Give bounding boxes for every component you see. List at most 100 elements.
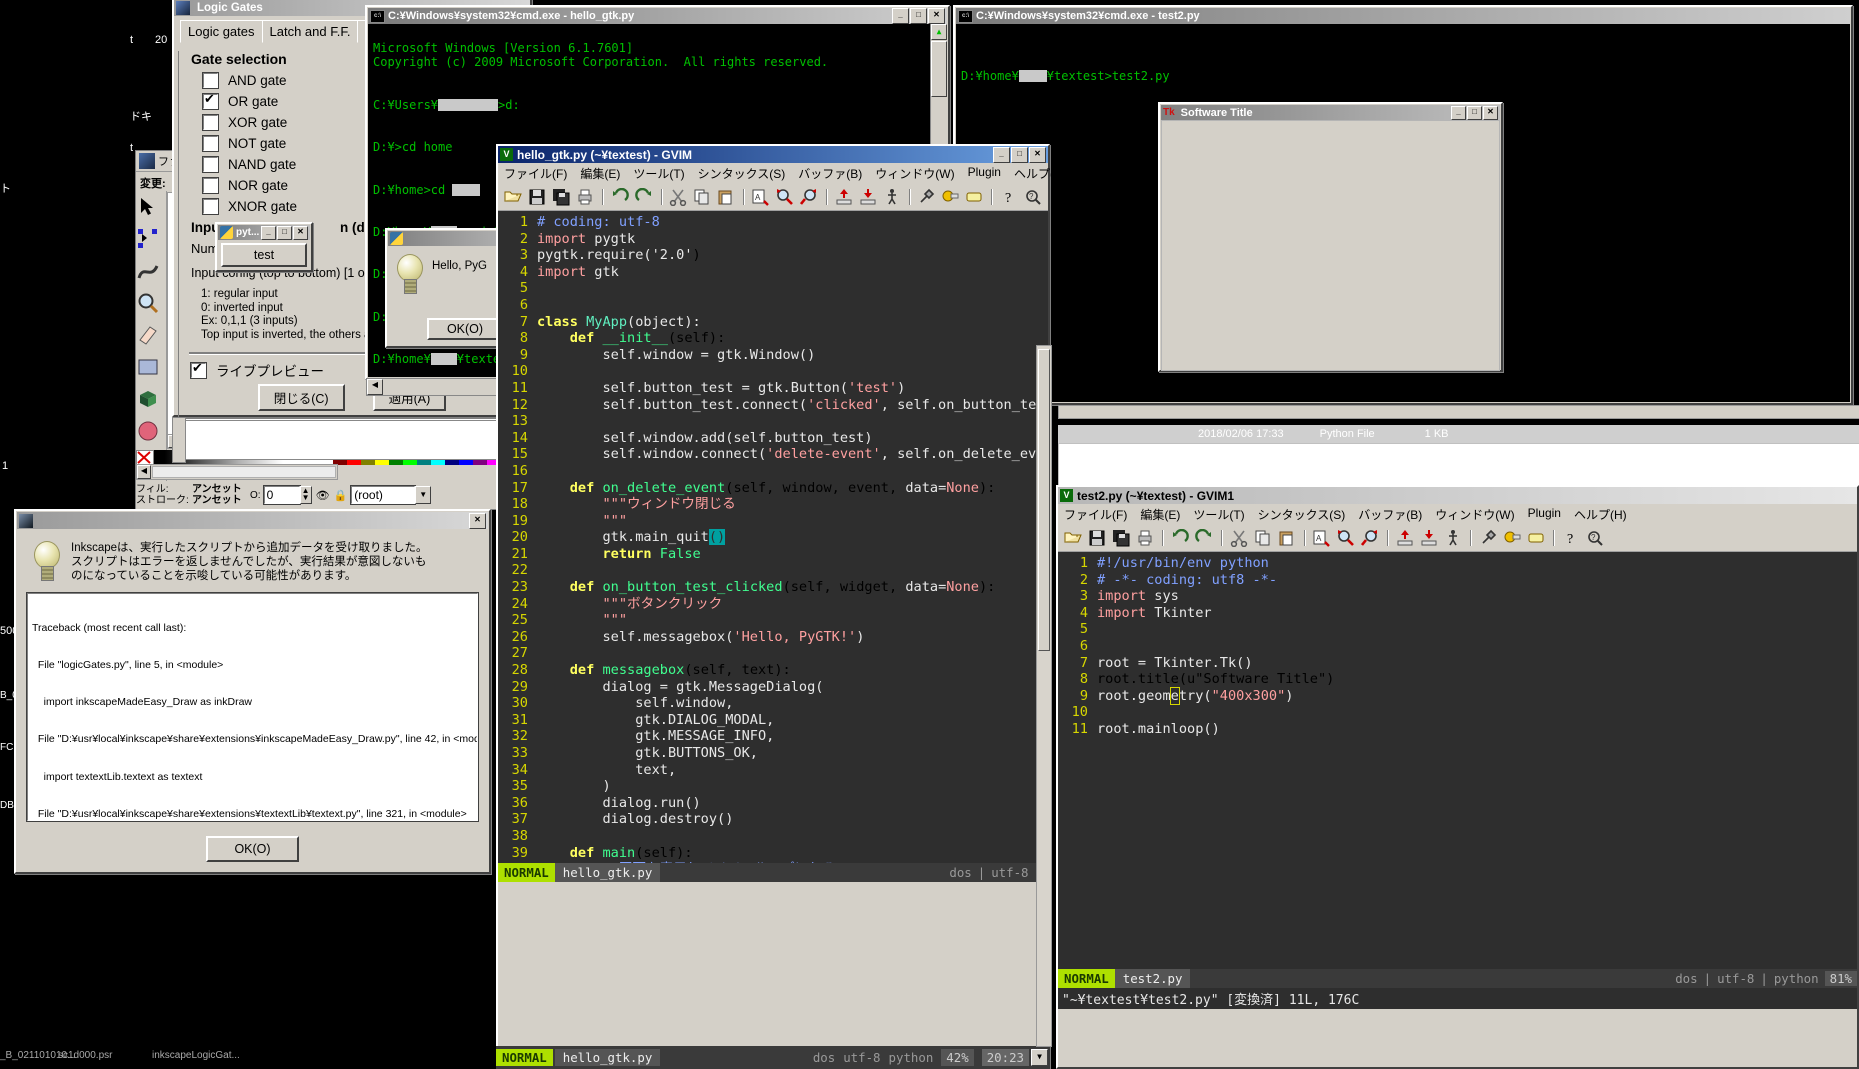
gvim-test2-titlebar[interactable]: V test2.py (~¥textest) - GVIM1 bbox=[1058, 487, 1857, 504]
layer-dropdown-icon[interactable]: ▼ bbox=[415, 486, 431, 504]
menu-window[interactable]: ウィンドウ(W) bbox=[875, 165, 954, 182]
menu-syntax[interactable]: シンタックス(S) bbox=[1258, 506, 1346, 523]
cmd-hello-minimize-button[interactable]: _ bbox=[892, 8, 909, 24]
open-file-icon[interactable] bbox=[1063, 528, 1083, 548]
layer-select[interactable]: (root) bbox=[351, 486, 415, 504]
copy-icon[interactable] bbox=[1253, 528, 1273, 548]
software-title-client-area[interactable] bbox=[1161, 120, 1500, 371]
menu-window[interactable]: ウィンドウ(W) bbox=[1435, 506, 1514, 523]
xnor-gate-checkbox-icon[interactable] bbox=[203, 199, 218, 214]
find-icon[interactable]: A bbox=[751, 187, 771, 207]
menu-help[interactable]: ヘルプ(H) bbox=[1574, 506, 1627, 523]
menu-plugin[interactable]: Plugin bbox=[1528, 506, 1561, 523]
or-gate-checkbox-icon[interactable] bbox=[203, 94, 218, 109]
find-help-icon[interactable]: ? bbox=[1585, 528, 1605, 548]
inkscape-error-close-button[interactable]: ✕ bbox=[469, 513, 486, 529]
menu-tools[interactable]: ツール(T) bbox=[633, 165, 684, 182]
node-tool-icon[interactable] bbox=[136, 227, 160, 251]
make-tags-icon[interactable] bbox=[964, 187, 984, 207]
palette-none-swatch[interactable] bbox=[136, 450, 154, 465]
find-help-icon[interactable]: ? bbox=[1023, 187, 1043, 207]
hello-pygtk-ok-button[interactable]: OK(O) bbox=[427, 318, 503, 340]
nand-gate-checkbox-icon[interactable] bbox=[203, 157, 218, 172]
menu-edit[interactable]: 編集(E) bbox=[580, 165, 620, 182]
3dbox-tool-icon[interactable] bbox=[136, 387, 160, 411]
help-icon[interactable]: ? bbox=[999, 187, 1019, 207]
cmd-test2-titlebar[interactable]: c:\ C:¥Windows¥system32¥cmd.exe - test2.… bbox=[956, 8, 1850, 24]
software-title-titlebar[interactable]: Tk Software Title _ □ ✕ bbox=[1161, 105, 1500, 120]
palette-scroll-left[interactable]: ◀ bbox=[137, 465, 151, 479]
selector-tool-icon[interactable] bbox=[136, 195, 160, 219]
print-icon[interactable] bbox=[1135, 528, 1155, 548]
load-session-icon[interactable] bbox=[1395, 528, 1415, 548]
paste-icon[interactable] bbox=[716, 187, 736, 207]
gvim-hello-scroll-down-button[interactable]: ▼ bbox=[1031, 1049, 1048, 1066]
opacity-input[interactable]: 0 bbox=[264, 486, 300, 504]
make-icon[interactable] bbox=[1478, 528, 1498, 548]
ellipse-tool-icon[interactable] bbox=[136, 419, 160, 443]
inkscape-palette-scroll[interactable]: ◀ bbox=[136, 464, 338, 480]
find-next-icon[interactable] bbox=[1336, 528, 1356, 548]
find-icon[interactable]: A bbox=[1312, 528, 1332, 548]
tweak-tool-icon[interactable] bbox=[136, 259, 160, 283]
cmd-hello-titlebar[interactable]: c:\ C:¥Windows¥system32¥cmd.exe - hello_… bbox=[368, 8, 947, 24]
gvim-hello-titlebar[interactable]: V hello_gtk.py (~¥textest) - GVIM _ □ ✕ bbox=[498, 146, 1048, 163]
shell-icon[interactable] bbox=[940, 187, 960, 207]
open-file-icon[interactable] bbox=[503, 187, 523, 207]
load-session-icon[interactable] bbox=[834, 187, 854, 207]
save-session-icon[interactable] bbox=[1419, 528, 1439, 548]
find-prev-icon[interactable] bbox=[1360, 528, 1380, 548]
cut-icon[interactable] bbox=[668, 187, 688, 207]
save-file-icon[interactable] bbox=[527, 187, 547, 207]
and-gate-checkbox-icon[interactable] bbox=[203, 73, 218, 88]
close-button[interactable]: 閉じる(C) bbox=[258, 384, 345, 411]
gvim-hello-maximize-button[interactable]: □ bbox=[1011, 147, 1028, 163]
scroll-up-button[interactable]: ▲ bbox=[931, 24, 947, 40]
find-prev-icon[interactable] bbox=[799, 187, 819, 207]
scroll-thumb[interactable] bbox=[1038, 349, 1050, 651]
gvim-hello-editor[interactable]: 1# coding: utf-8 2import pygtk 3pygtk.re… bbox=[498, 211, 1048, 863]
save-file-icon[interactable] bbox=[1087, 528, 1107, 548]
menu-buffers[interactable]: バッファ(B) bbox=[1358, 506, 1422, 523]
gvim-test2-editor[interactable]: 1#!/usr/bin/env python 2# -*- coding: ut… bbox=[1058, 552, 1857, 969]
redo-icon[interactable] bbox=[1194, 528, 1214, 548]
menu-tools[interactable]: ツール(T) bbox=[1193, 506, 1244, 523]
scroll-left-button[interactable]: ◀ bbox=[367, 379, 383, 395]
redo-icon[interactable] bbox=[634, 187, 654, 207]
explorer-strip-row[interactable]: 2018/02/06 17:33 Python File 1 KB bbox=[1058, 425, 1859, 443]
tab-latch-ff[interactable]: Latch and F.F. bbox=[262, 20, 359, 43]
run-script-icon[interactable] bbox=[882, 187, 902, 207]
cut-icon[interactable] bbox=[1229, 528, 1249, 548]
rectangle-tool-icon[interactable] bbox=[136, 355, 160, 379]
taskbar-item-scid[interactable]: sc1d000.psr bbox=[58, 1050, 112, 1061]
software-title-close-button[interactable]: ✕ bbox=[1483, 106, 1498, 120]
menu-syntax[interactable]: シンタックス(S) bbox=[698, 165, 786, 182]
opacity-stepper[interactable]: ▲▼ bbox=[300, 486, 312, 504]
python-test-maximize-button[interactable]: □ bbox=[277, 226, 292, 240]
python-test-close-button[interactable]: ✕ bbox=[293, 226, 308, 240]
undo-icon[interactable] bbox=[610, 187, 630, 207]
xor-gate-checkbox-icon[interactable] bbox=[203, 115, 218, 130]
cmd-hello-maximize-button[interactable]: □ bbox=[910, 8, 927, 24]
gvim-hello-vscrollbar[interactable] bbox=[1036, 345, 1052, 1047]
menu-buffers[interactable]: バッファ(B) bbox=[798, 165, 862, 182]
menu-edit[interactable]: 編集(E) bbox=[1140, 506, 1180, 523]
menu-plugin[interactable]: Plugin bbox=[968, 165, 1001, 182]
copy-icon[interactable] bbox=[692, 187, 712, 207]
software-title-maximize-button[interactable]: □ bbox=[1467, 106, 1482, 120]
shell-icon[interactable] bbox=[1502, 528, 1522, 548]
print-icon[interactable] bbox=[575, 187, 595, 207]
make-icon[interactable] bbox=[916, 187, 936, 207]
undo-icon[interactable] bbox=[1170, 528, 1190, 548]
gvim-hello-close-button[interactable]: ✕ bbox=[1029, 147, 1046, 163]
logic-gates-lower-scrollbar[interactable] bbox=[172, 417, 186, 463]
layer-lock-icon[interactable]: 🔒 bbox=[334, 489, 348, 502]
layer-visible-icon[interactable]: 👁 bbox=[316, 489, 330, 502]
nor-gate-checkbox-icon[interactable] bbox=[203, 178, 218, 193]
measure-tool-icon[interactable] bbox=[136, 323, 160, 347]
zoom-tool-icon[interactable] bbox=[136, 291, 160, 315]
live-preview-checkbox-icon[interactable] bbox=[191, 363, 206, 378]
gvim-hello-minimize-button[interactable]: _ bbox=[993, 147, 1010, 163]
save-session-icon[interactable] bbox=[858, 187, 878, 207]
inkscape-error-ok-button[interactable]: OK(O) bbox=[206, 836, 298, 862]
